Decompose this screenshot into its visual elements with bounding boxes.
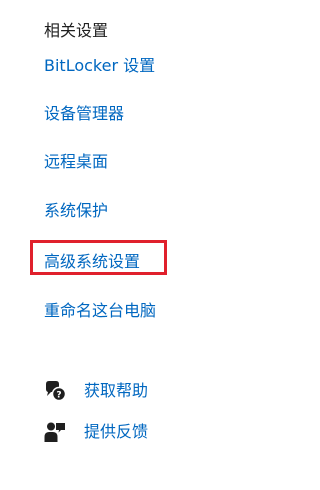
help-chat-icon: ? <box>44 380 67 402</box>
bitlocker-settings-link[interactable]: BitLocker 设置 <box>44 56 155 76</box>
get-help-label: 获取帮助 <box>84 381 149 400</box>
related-settings-heading: 相关设置 <box>44 21 109 40</box>
rename-this-pc-link[interactable]: 重命名这台电脑 <box>44 301 156 321</box>
give-feedback-label: 提供反馈 <box>84 422 149 441</box>
remote-desktop-link[interactable]: 远程桌面 <box>44 152 108 172</box>
svg-text:?: ? <box>56 391 61 401</box>
give-feedback-link[interactable]: 提供反馈 <box>44 421 148 443</box>
related-settings-panel: 相关设置 BitLocker 设置 设备管理器 远程桌面 系统保护 高级系统设置… <box>0 0 257 490</box>
device-manager-link[interactable]: 设备管理器 <box>44 104 124 124</box>
feedback-person-icon <box>44 421 66 443</box>
system-protection-link[interactable]: 系统保护 <box>44 201 108 221</box>
advanced-system-settings-link[interactable]: 高级系统设置 <box>44 252 140 272</box>
get-help-link[interactable]: ? 获取帮助 <box>44 380 148 402</box>
